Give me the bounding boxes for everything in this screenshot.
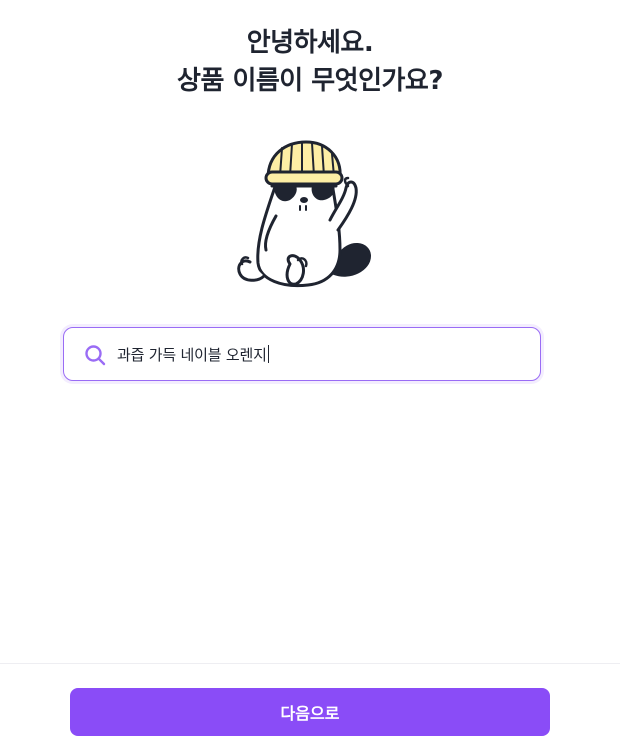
search-input[interactable]: 과즙 가득 네이블 오렌지: [117, 344, 269, 365]
product-name-page: 안녕하세요. 상품 이름이 무엇인가요? 과즙 가득 네이블 오렌지 다음으로: [0, 0, 620, 745]
greeting-line: 안녕하세요.: [246, 28, 374, 58]
text-caret: [267, 345, 269, 363]
search-icon: [85, 345, 106, 366]
next-button[interactable]: 다음으로: [70, 688, 550, 736]
footer-divider: [0, 663, 620, 664]
product-name-search-field[interactable]: 과즙 가득 네이블 오렌지: [63, 327, 541, 381]
question-line: 상품 이름이 무엇인가요?: [177, 66, 443, 96]
page-title: 안녕하세요. 상품 이름이 무엇인가요?: [0, 24, 620, 100]
beaver-mascot-icon: [237, 140, 372, 288]
